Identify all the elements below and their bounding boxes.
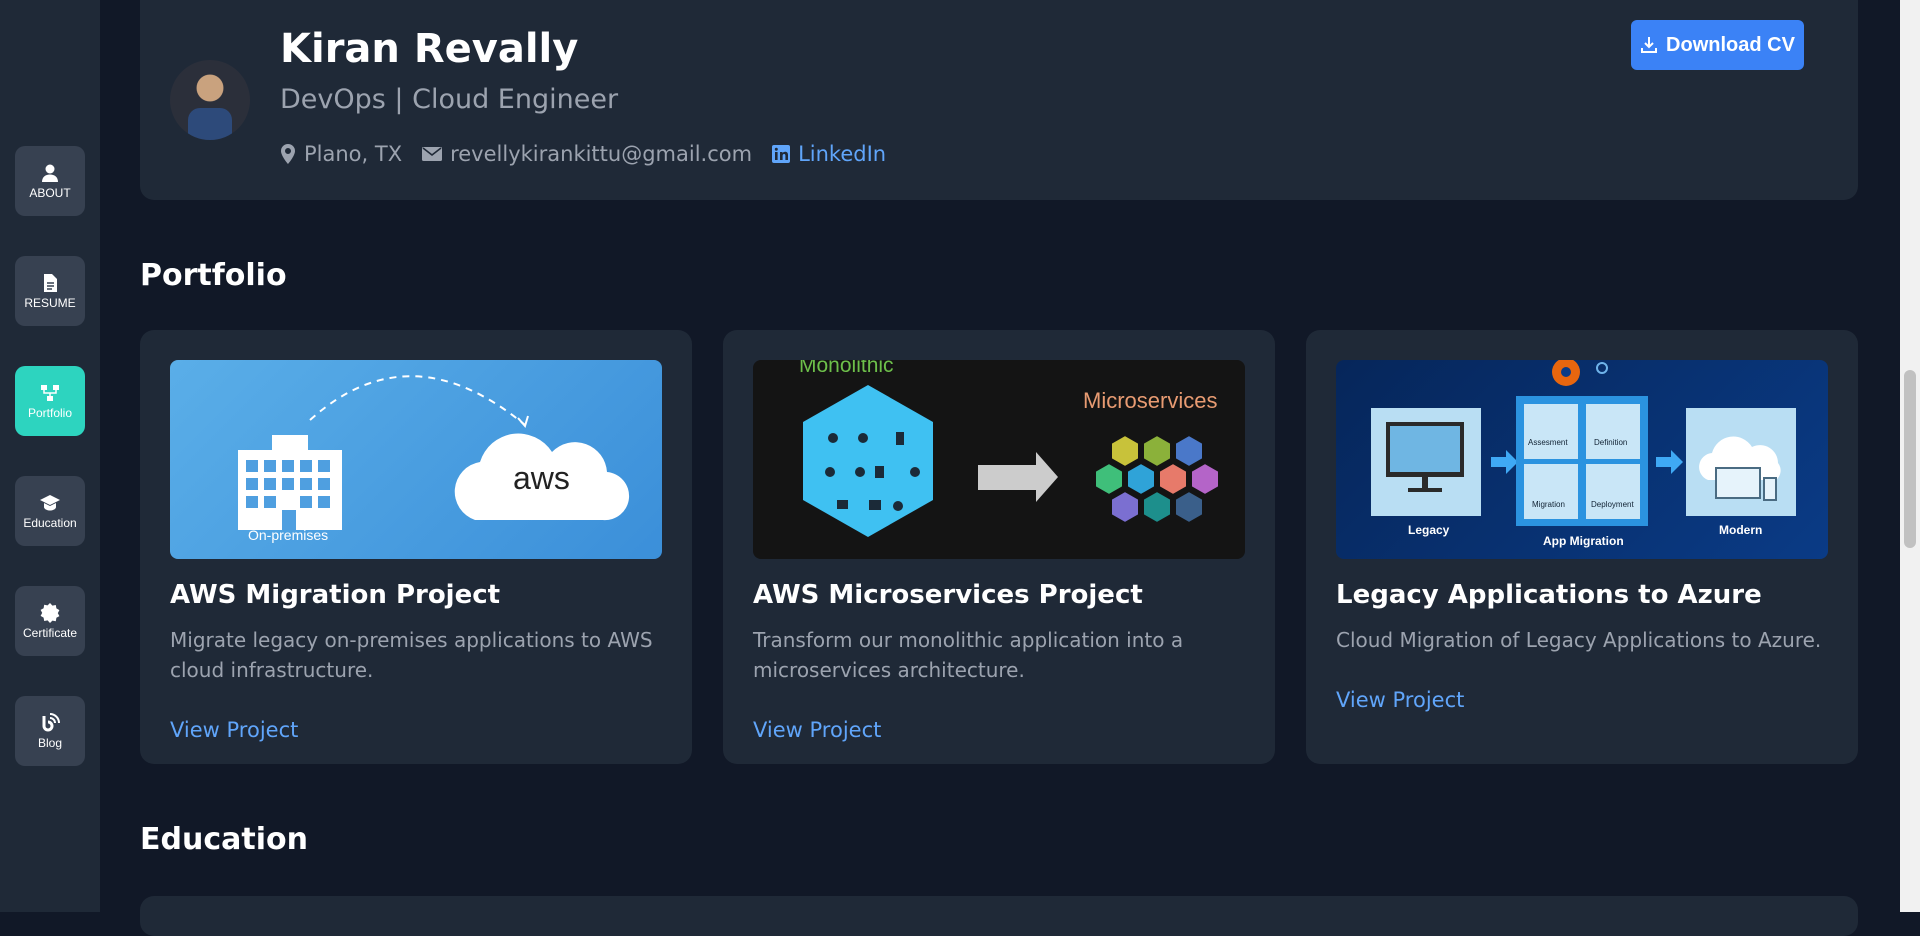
app-migration-label: App Migration — [1543, 534, 1624, 548]
profile-header: Kiran Revally DevOps | Cloud Engineer Pl… — [140, 0, 1858, 200]
project-description: Transform our monolithic application int… — [753, 628, 1184, 682]
download-cv-button[interactable]: Download CV — [1631, 20, 1804, 70]
scrollbar-thumb[interactable] — [1904, 370, 1916, 548]
sidebar-item-education[interactable]: Education — [15, 476, 85, 546]
envelope-icon — [422, 147, 443, 161]
sidebar-item-label: ABOUT — [29, 185, 71, 200]
sidebar-item-certificate[interactable]: Certificate — [15, 586, 85, 656]
on-premises-label: On-premises — [248, 527, 329, 543]
sidebar-item-resume[interactable]: RESUME — [15, 256, 85, 326]
project-image: Monolithic Microservices — [753, 360, 1245, 559]
sidebar-item-about[interactable]: ABOUT — [15, 146, 85, 216]
deployment-label: Deployment — [1591, 500, 1634, 509]
portfolio-heading: Portfolio — [140, 258, 287, 293]
certificate-icon — [40, 602, 60, 623]
location: Plano, TX — [280, 142, 402, 166]
sitemap-icon — [41, 384, 59, 401]
project-description: Migrate legacy on-premises applications … — [170, 628, 653, 682]
download-cv-label: Download CV — [1666, 33, 1795, 56]
sidebar-item-label: Certificate — [22, 625, 78, 640]
education-card — [140, 896, 1858, 936]
avatar — [170, 60, 250, 140]
project-card: On-premises aws AWS Migration Project Mi… — [140, 330, 692, 764]
project-title: AWS Migration Project — [170, 580, 501, 610]
graduation-cap-icon — [40, 494, 60, 510]
view-project-link[interactable]: View Project — [753, 718, 881, 742]
email[interactable]: revellykirankittu@gmail.com — [422, 142, 752, 166]
project-title: AWS Microservices Project — [753, 580, 1143, 610]
migration-label: Migration — [1532, 500, 1565, 509]
project-image: On-premises aws — [170, 360, 662, 559]
legacy-label: Legacy — [1408, 523, 1450, 537]
map-pin-icon — [281, 144, 295, 164]
sidebar-item-blog[interactable]: Blog — [15, 696, 85, 766]
page-scrollbar[interactable] — [1900, 0, 1920, 912]
contact-row: Plano, TX revellykirankittu@gmail.com Li… — [280, 142, 906, 166]
document-icon — [44, 273, 57, 292]
profile-name: Kiran Revally — [280, 26, 579, 72]
view-project-link[interactable]: View Project — [1336, 688, 1464, 712]
location-text: Plano, TX — [304, 142, 403, 166]
profile-role: DevOps | Cloud Engineer — [280, 84, 619, 115]
project-description: Cloud Migration of Legacy Applications t… — [1336, 628, 1822, 652]
email-text: revellykirankittu@gmail.com — [450, 142, 753, 166]
sidebar-item-portfolio[interactable]: Portfolio — [15, 366, 85, 436]
definition-label: Definition — [1594, 438, 1628, 447]
sidebar-item-label: RESUME — [24, 295, 76, 310]
linkedin-link[interactable]: LinkedIn — [772, 142, 886, 166]
linkedin-text: LinkedIn — [798, 142, 887, 166]
assesment-label: Assesment — [1528, 438, 1568, 447]
sidebar-item-label: Education — [23, 515, 77, 530]
microservices-label: Microservices — [1083, 388, 1218, 413]
download-icon — [1641, 37, 1658, 53]
monolithic-label: Monolithic — [799, 360, 894, 377]
project-card: Monolithic Microservices AWS Microservic… — [723, 330, 1275, 764]
linkedin-icon — [772, 145, 791, 163]
project-title: Legacy Applications to Azure — [1336, 580, 1762, 610]
education-heading: Education — [140, 822, 308, 857]
project-image: Legacy App Migration Modern Assesment De… — [1336, 360, 1828, 559]
view-project-link[interactable]: View Project — [170, 718, 298, 742]
blog-icon — [42, 712, 60, 731]
sidebar-item-label: Blog — [37, 735, 63, 750]
sidebar-item-label: Portfolio — [27, 405, 73, 420]
aws-logo: aws — [513, 460, 570, 496]
user-icon — [42, 164, 58, 182]
sidebar: ABOUT RESUME Portfolio Education Certifi… — [0, 0, 100, 912]
modern-label: Modern — [1719, 523, 1763, 537]
project-card: Legacy App Migration Modern Assesment De… — [1306, 330, 1858, 764]
